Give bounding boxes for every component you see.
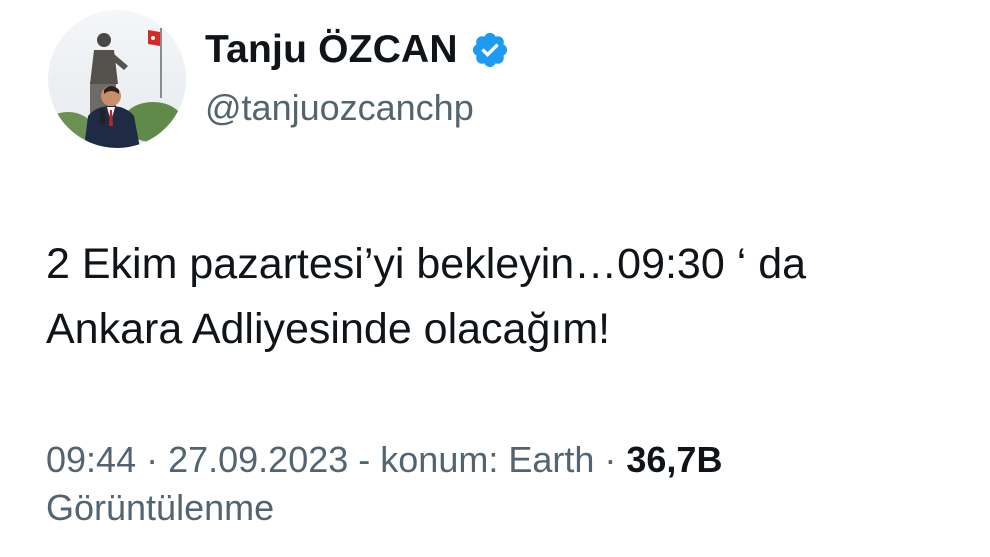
tweet-date[interactable]: 27.09.2023 — [168, 439, 348, 480]
author-handle[interactable]: @tanjuozcanchp — [205, 87, 474, 129]
separator-dot: · — [136, 439, 169, 480]
location-prefix: - konum: — [348, 439, 509, 480]
author-display-name[interactable]: Tanju ÖZCAN — [205, 28, 458, 72]
author-avatar[interactable] — [48, 10, 186, 148]
verified-badge-icon — [470, 30, 510, 70]
profile-photo — [48, 10, 186, 148]
tweet-meta-line: 09:44 · 27.09.2023 - konum: Earth · 36,7… — [46, 436, 966, 484]
author-name-row: Tanju ÖZCAN — [205, 26, 510, 74]
views-label[interactable]: Görüntülenme — [46, 484, 966, 532]
tweet-text: 2 Ekim pazartesi’yi bekleyin…09:30 ‘ da … — [46, 232, 966, 362]
tweet-text-line: 2 Ekim pazartesi’yi bekleyin…09:30 ‘ da — [46, 240, 807, 288]
separator-dot: · — [594, 439, 627, 480]
tweet-location[interactable]: Earth — [508, 439, 594, 480]
tweet-time[interactable]: 09:44 — [46, 439, 136, 480]
tweet-meta: 09:44 · 27.09.2023 - konum: Earth · 36,7… — [46, 436, 966, 532]
views-count[interactable]: 36,7B — [626, 439, 722, 480]
tweet-text-line: Ankara Adliyesinde olacağım! — [46, 305, 611, 353]
